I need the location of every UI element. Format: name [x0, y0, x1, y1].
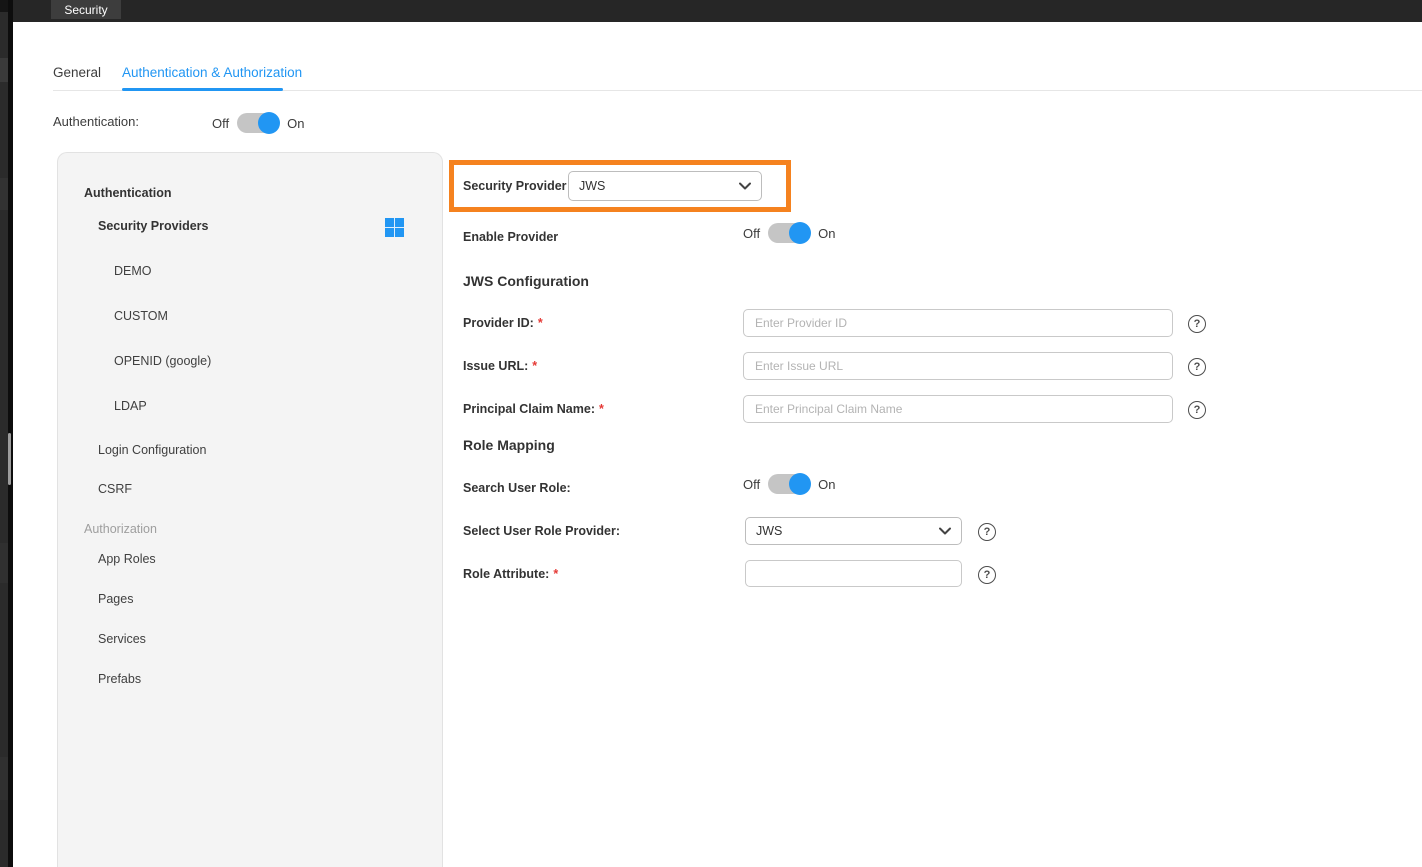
sidebar-item-security-providers[interactable]: Security Providers	[98, 219, 208, 233]
toggle-track[interactable]	[237, 113, 279, 133]
toggle-track[interactable]	[768, 223, 810, 243]
left-dock-segment	[0, 58, 8, 82]
security-provider-highlight: Security Provider JWS	[449, 160, 791, 212]
select-value: JWS	[579, 179, 605, 193]
role-attribute-label: Role Attribute:*	[463, 560, 558, 588]
search-user-role-label: Search User Role:	[463, 474, 571, 502]
required-marker: *	[599, 402, 604, 416]
sidebar-item-provider-demo[interactable]: DEMO	[114, 264, 152, 278]
toggle-knob	[789, 222, 811, 244]
help-icon[interactable]: ?	[1188, 358, 1206, 376]
enable-provider-toggle[interactable]: Off On	[743, 223, 835, 243]
required-marker: *	[532, 359, 537, 373]
enable-provider-label: Enable Provider	[463, 223, 558, 251]
toggle-track[interactable]	[768, 474, 810, 494]
principal-claim-name-label: Principal Claim Name:*	[463, 395, 604, 423]
authentication-toggle[interactable]: Off On	[212, 113, 304, 133]
toggle-knob	[258, 112, 280, 134]
toggle-on-label: On	[818, 226, 835, 241]
security-tab[interactable]: Security	[51, 0, 121, 19]
left-dock-segment	[0, 0, 8, 12]
provider-id-input[interactable]	[743, 309, 1173, 337]
left-dock	[0, 0, 8, 867]
search-user-role-toggle[interactable]: Off On	[743, 474, 835, 494]
sidebar-section-authentication: Authentication	[84, 186, 172, 200]
toggle-knob	[789, 473, 811, 495]
principal-claim-name-input[interactable]	[743, 395, 1173, 423]
select-user-role-provider-label: Select User Role Provider:	[463, 517, 620, 545]
chevron-down-icon	[939, 527, 951, 535]
toggle-off-label: Off	[212, 116, 229, 131]
sidebar-item-pages[interactable]: Pages	[98, 592, 133, 606]
toggle-off-label: Off	[743, 226, 760, 241]
toggle-on-label: On	[818, 477, 835, 492]
security-nav-panel: Authentication Security Providers DEMO C…	[57, 152, 443, 867]
sidebar-item-app-roles[interactable]: App Roles	[98, 552, 156, 566]
sidebar-item-services[interactable]: Services	[98, 632, 146, 646]
left-dock-segment	[0, 543, 8, 583]
role-attribute-input[interactable]	[745, 560, 962, 587]
required-marker: *	[538, 316, 543, 330]
provider-id-label: Provider ID:*	[463, 309, 543, 337]
tab-general[interactable]: General	[53, 65, 101, 80]
sidebar-item-provider-openid[interactable]: OPENID (google)	[114, 354, 211, 368]
left-dock-segment	[0, 178, 8, 210]
issue-url-label: Issue URL:*	[463, 352, 537, 380]
sidebar-item-provider-ldap[interactable]: LDAP	[114, 399, 147, 413]
sidebar-item-login-configuration[interactable]: Login Configuration	[98, 443, 206, 457]
toggle-off-label: Off	[743, 477, 760, 492]
help-icon[interactable]: ?	[978, 566, 996, 584]
sidebar-item-prefabs[interactable]: Prefabs	[98, 672, 141, 686]
panel-resize-handle[interactable]	[8, 433, 11, 485]
help-icon[interactable]: ?	[1188, 401, 1206, 419]
toggle-on-label: On	[287, 116, 304, 131]
sidebar-section-authorization: Authorization	[84, 522, 157, 536]
security-settings-screen: Security General Authentication & Author…	[0, 0, 1422, 867]
active-tab-underline	[122, 88, 283, 91]
issue-url-input[interactable]	[743, 352, 1173, 380]
help-icon[interactable]: ?	[978, 523, 996, 541]
authentication-label: Authentication:	[53, 114, 139, 129]
security-provider-label: Security Provider	[463, 165, 567, 207]
required-marker: *	[553, 567, 558, 581]
tab-authentication-authorization[interactable]: Authentication & Authorization	[122, 65, 302, 80]
role-mapping-heading: Role Mapping	[463, 437, 555, 453]
add-provider-button[interactable]	[385, 218, 404, 237]
top-bar: Security	[13, 0, 1422, 22]
left-dock-segment	[0, 757, 8, 800]
select-value: JWS	[756, 524, 782, 538]
security-provider-select[interactable]: JWS	[568, 171, 762, 201]
help-icon[interactable]: ?	[1188, 315, 1206, 333]
jws-configuration-heading: JWS Configuration	[463, 273, 589, 289]
user-role-provider-select[interactable]: JWS	[745, 517, 962, 545]
chevron-down-icon	[739, 182, 751, 190]
sidebar-item-provider-custom[interactable]: CUSTOM	[114, 309, 168, 323]
sidebar-item-csrf[interactable]: CSRF	[98, 482, 132, 496]
